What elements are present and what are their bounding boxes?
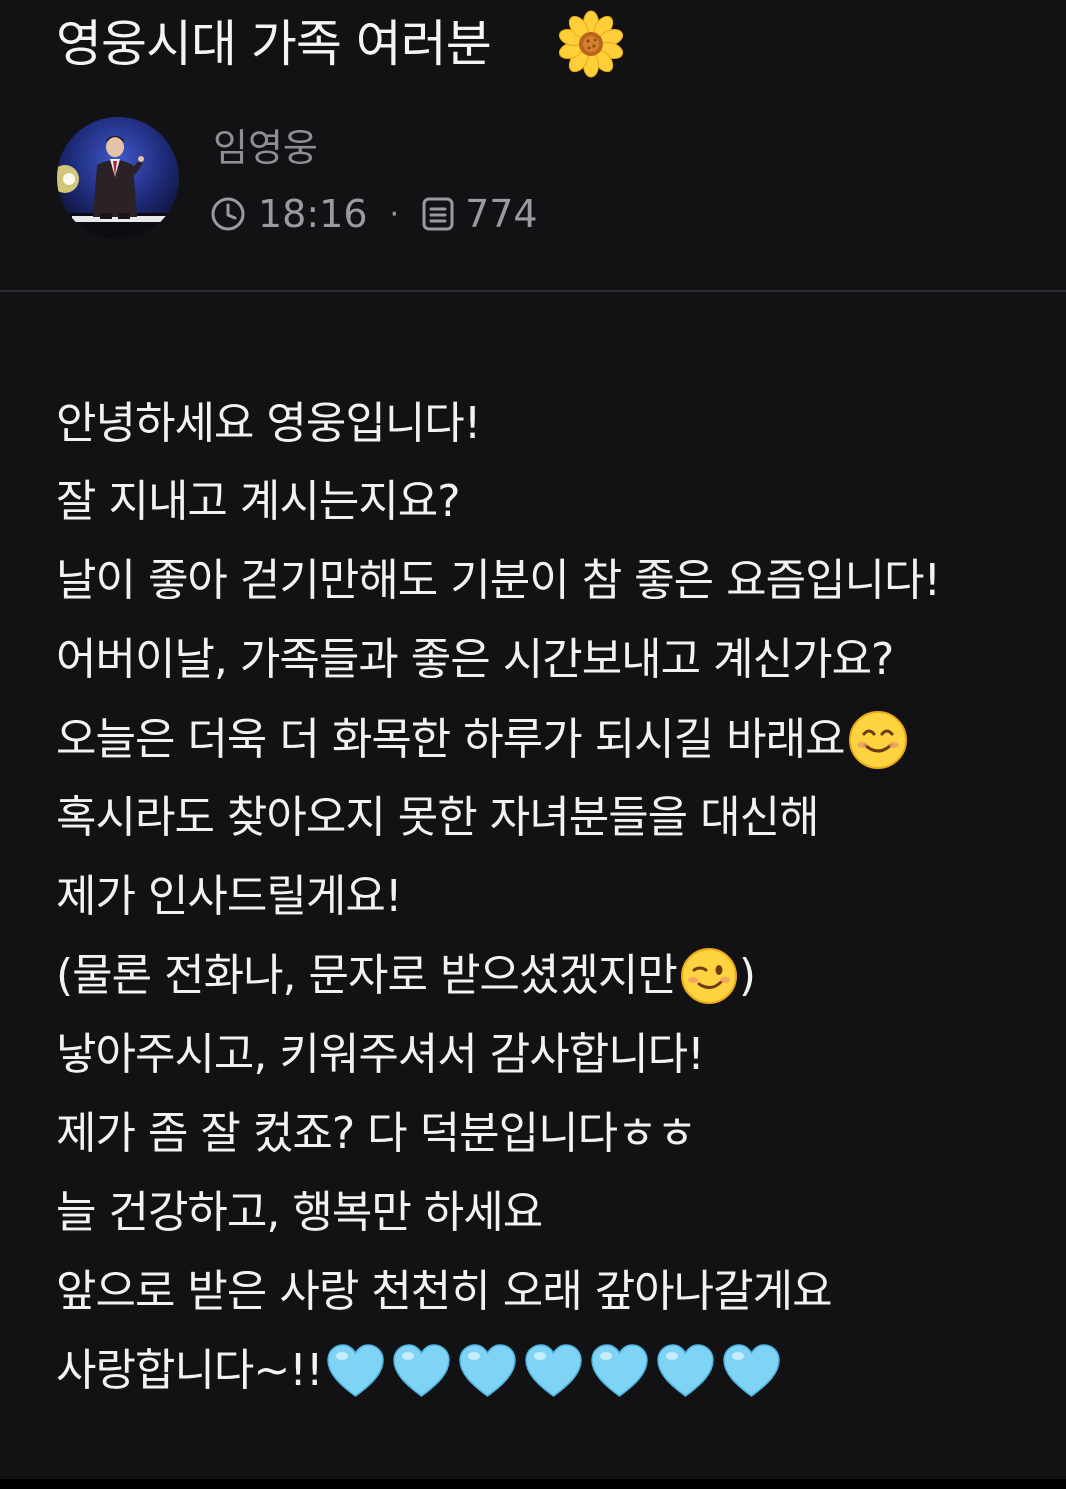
body-line-7: 제가 인사드릴게요! bbox=[56, 871, 402, 922]
meta-separator: · bbox=[389, 196, 400, 232]
document-icon bbox=[422, 197, 454, 231]
blue-heart-icon bbox=[524, 1344, 582, 1397]
body-line-3: 날이 좋아 걷기만해도 기분이 참 좋은 요즘입니다! bbox=[56, 555, 941, 606]
blue-heart-icon bbox=[458, 1344, 516, 1397]
view-count: 774 bbox=[465, 192, 538, 236]
blue-heart-icon bbox=[326, 1344, 384, 1397]
clock-icon bbox=[211, 197, 245, 231]
post-time: 18:16 bbox=[258, 192, 368, 236]
body-line-8-text: (물론 전화나, 문자로 받으셨겠지만 bbox=[56, 950, 678, 1001]
post-view: 영웅시대 가족 여러분 임영웅 18:16 · 774 안녕하세요 영웅입니다!… bbox=[0, 0, 1066, 1489]
body-line-6: 혹시라도 찾아오지 못한 자녀분들을 대신해 bbox=[56, 792, 820, 843]
header-divider bbox=[0, 290, 1066, 292]
body-line-11: 늘 건강하고, 행복만 하세요 bbox=[56, 1187, 543, 1238]
body-line-1: 안녕하세요 영웅입니다! bbox=[56, 398, 481, 449]
post-title: 영웅시대 가족 여러분 bbox=[56, 15, 492, 73]
winking-face-emoji-icon bbox=[680, 948, 737, 1004]
avatar-photo bbox=[57, 117, 179, 239]
body-line-8-close: ) bbox=[738, 950, 756, 1001]
body-line-4: 어버이날, 가족들과 좋은 시간보내고 계신가요? bbox=[56, 634, 894, 685]
body-line-13-text: 사랑합니다~!! bbox=[56, 1345, 324, 1396]
body-line-8: (물론 전화나, 문자로 받으셨겠지만 ) bbox=[56, 946, 756, 1006]
bottom-edge bbox=[0, 1479, 1066, 1489]
sunflower-emoji-icon bbox=[558, 10, 624, 78]
blue-hearts bbox=[325, 1342, 787, 1400]
body-line-10: 제가 좀 잘 컸죠? 다 덕분입니다ㅎㅎ bbox=[56, 1108, 697, 1159]
blue-heart-icon bbox=[392, 1344, 450, 1397]
smiling-face-emoji-icon bbox=[848, 711, 907, 769]
body-line-12: 앞으로 받은 사랑 천천히 오래 갚아나갈게요 bbox=[56, 1266, 833, 1317]
body-line-5-text: 오늘은 더욱 더 화목한 하루가 되시길 바래요 bbox=[56, 714, 846, 765]
post-meta: 18:16 · 774 bbox=[210, 189, 538, 239]
blue-heart-icon bbox=[656, 1344, 714, 1397]
author-name[interactable]: 임영웅 bbox=[213, 123, 318, 173]
body-line-2: 잘 지내고 계시는지요? bbox=[56, 476, 461, 527]
body-line-5: 오늘은 더욱 더 화목한 하루가 되시길 바래요 bbox=[56, 709, 909, 771]
body-line-13: 사랑합니다~!! bbox=[56, 1341, 787, 1401]
blue-heart-icon bbox=[722, 1344, 780, 1397]
body-line-9: 낳아주시고, 키워주셔서 감사합니다! bbox=[56, 1029, 705, 1080]
author-avatar[interactable] bbox=[57, 117, 179, 239]
blue-heart-icon bbox=[590, 1344, 648, 1397]
